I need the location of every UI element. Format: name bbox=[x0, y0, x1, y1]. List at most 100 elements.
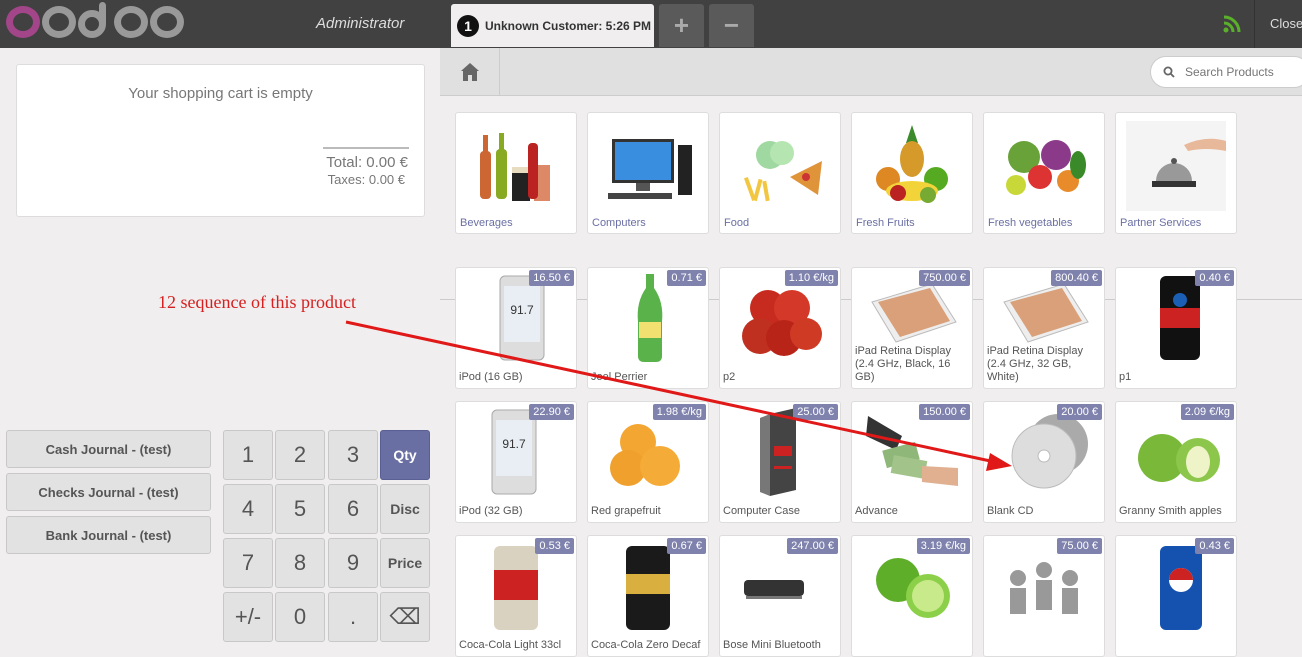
product-price: 800.40 € bbox=[1051, 270, 1102, 286]
product-name: Coca-Cola Zero Decaf bbox=[591, 639, 701, 651]
order-number-badge: 1 bbox=[457, 14, 479, 37]
qty-mode-button[interactable]: Qty bbox=[380, 430, 430, 480]
product-name: Blank CD bbox=[987, 505, 1034, 517]
cash-journal-button[interactable]: Cash Journal - (test) bbox=[6, 430, 211, 468]
divider bbox=[1254, 0, 1255, 48]
product-name: iPad Retina Display (2.4 GHz, 32 GB, Whi… bbox=[987, 345, 1083, 383]
category-label: Food bbox=[724, 217, 750, 229]
product-name: Joel Perrier bbox=[591, 371, 648, 383]
numpad-key-6[interactable]: 6 bbox=[328, 484, 378, 534]
product-ipod-32gb[interactable]: 91.7 22.90 € iPod (32 GB) bbox=[455, 401, 577, 523]
numpad-key-9[interactable]: 9 bbox=[328, 538, 378, 588]
search-box[interactable] bbox=[1150, 56, 1302, 88]
numpad-key-7[interactable]: 7 bbox=[223, 538, 273, 588]
numpad-key-2[interactable]: 2 bbox=[275, 430, 325, 480]
product-granny-smith[interactable]: 2.09 €/kg Granny Smith apples bbox=[1115, 401, 1237, 523]
product-name: iPad Retina Display (2.4 GHz, Black, 16 … bbox=[855, 345, 951, 383]
checks-journal-button[interactable]: Checks Journal - (test) bbox=[6, 473, 211, 511]
product-price: 150.00 € bbox=[919, 404, 970, 420]
product-price: 3.19 €/kg bbox=[916, 538, 970, 554]
product-name: iPod (32 GB) bbox=[459, 505, 523, 517]
bank-journal-button[interactable]: Bank Journal - (test) bbox=[6, 516, 211, 554]
product-price: 25.00 € bbox=[793, 404, 838, 420]
close-button[interactable]: Close bbox=[1270, 16, 1302, 31]
product-name: iPod (16 GB) bbox=[459, 371, 523, 383]
computers-image bbox=[608, 139, 692, 199]
backspace-button[interactable]: ⌫ bbox=[380, 592, 430, 642]
order-label: Unknown Customer: 5:26 PM bbox=[485, 18, 652, 33]
search-icon bbox=[1163, 66, 1175, 78]
home-button[interactable] bbox=[440, 48, 500, 96]
product-price: 0.53 € bbox=[535, 538, 574, 554]
product-name: Granny Smith apples bbox=[1119, 505, 1222, 517]
annotation-text: 12 sequence of this product bbox=[158, 292, 356, 312]
disc-mode-button[interactable]: Disc bbox=[380, 484, 430, 534]
category-label: Partner Services bbox=[1120, 217, 1202, 229]
product-ipod-16gb[interactable]: 91.7 16.50 € iPod (16 GB) bbox=[455, 267, 577, 389]
numpad-key-3[interactable]: 3 bbox=[328, 430, 378, 480]
product-computer-case[interactable]: 25.00 € Computer Case bbox=[719, 401, 841, 523]
category-computers[interactable]: Computers bbox=[587, 112, 709, 234]
category-fresh-vegetables[interactable]: Fresh vegetables bbox=[983, 112, 1105, 234]
product-blank-cd[interactable]: 20.00 € Blank CD bbox=[983, 401, 1105, 523]
beverages-image bbox=[480, 133, 550, 201]
partner-services-image bbox=[1126, 121, 1226, 211]
product-name: Advance bbox=[855, 505, 898, 517]
svg-text:91.7: 91.7 bbox=[502, 437, 526, 451]
product-price: 0.67 € bbox=[667, 538, 706, 554]
price-mode-button[interactable]: Price bbox=[380, 538, 430, 588]
remove-order-button[interactable]: − bbox=[709, 4, 754, 47]
product-p2[interactable]: 1.10 €/kg p2 bbox=[719, 267, 841, 389]
product-price: 0.71 € bbox=[667, 270, 706, 286]
product-p1[interactable]: 0.40 € p1 bbox=[1115, 267, 1237, 389]
cart-total: Total: 0.00 € bbox=[326, 154, 408, 171]
category-label: Fresh vegetables bbox=[988, 217, 1073, 229]
numpad-key-sign[interactable]: +/- bbox=[223, 592, 273, 642]
product-ipad-black[interactable]: 750.00 € iPad Retina Display (2.4 GHz, B… bbox=[851, 267, 973, 389]
rss-icon[interactable] bbox=[1222, 14, 1242, 34]
cart-taxes: Taxes: 0.00 € bbox=[327, 172, 405, 187]
product-name: Bose Mini Bluetooth bbox=[723, 639, 821, 651]
product-price: 75.00 € bbox=[1057, 538, 1102, 554]
plus-icon: + bbox=[673, 10, 690, 40]
numpad-key-4[interactable]: 4 bbox=[223, 484, 273, 534]
product-advance[interactable]: 150.00 € Advance bbox=[851, 401, 973, 523]
product-price: 1.10 €/kg bbox=[784, 270, 838, 286]
add-order-button[interactable]: + bbox=[659, 4, 704, 47]
product-ipad-white[interactable]: 800.40 € iPad Retina Display (2.4 GHz, 3… bbox=[983, 267, 1105, 389]
product-price: 1.98 €/kg bbox=[652, 404, 706, 420]
category-header bbox=[440, 48, 1302, 96]
backspace-icon: ⌫ bbox=[389, 604, 421, 629]
category-fresh-fruits[interactable]: Fresh Fruits bbox=[851, 112, 973, 234]
product-name: Computer Case bbox=[723, 505, 801, 517]
product-name: Red grapefruit bbox=[591, 505, 661, 517]
category-food[interactable]: Food bbox=[719, 112, 841, 234]
divider bbox=[323, 147, 409, 149]
numpad-key-0[interactable]: 0 bbox=[275, 592, 325, 642]
fresh-vegetables-image bbox=[1006, 140, 1086, 195]
minus-icon: − bbox=[723, 10, 740, 40]
product-price: 2.09 €/kg bbox=[1180, 404, 1234, 420]
fresh-fruits-image bbox=[876, 125, 948, 203]
product-price: 22.90 € bbox=[529, 404, 574, 420]
search-input[interactable] bbox=[1185, 65, 1295, 79]
top-bar: Administrator 1 Unknown Customer: 5:26 P… bbox=[0, 0, 1302, 48]
product-name: p2 bbox=[723, 371, 736, 383]
product-screen: Beverages Computers Food bbox=[440, 48, 1302, 657]
numpad-key-5[interactable]: 5 bbox=[275, 484, 325, 534]
product-price: 20.00 € bbox=[1057, 404, 1102, 420]
numpad-key-1[interactable]: 1 bbox=[223, 430, 273, 480]
product-price: 247.00 € bbox=[787, 538, 838, 554]
product-price: 0.40 € bbox=[1195, 270, 1234, 286]
numpad-key-dot[interactable]: . bbox=[328, 592, 378, 642]
category-partner-services[interactable]: Partner Services bbox=[1115, 112, 1237, 234]
category-beverages[interactable]: Beverages bbox=[455, 112, 577, 234]
product-name: Coca-Cola Light 33cl bbox=[459, 639, 562, 651]
numpad-key-8[interactable]: 8 bbox=[275, 538, 325, 588]
product-red-grapefruit[interactable]: 1.98 €/kg Red grapefruit bbox=[587, 401, 709, 523]
product-name: p1 bbox=[1119, 371, 1132, 383]
order-cart: Your shopping cart is empty Total: 0.00 … bbox=[16, 64, 425, 217]
order-tab[interactable]: 1 Unknown Customer: 5:26 PM bbox=[451, 4, 654, 47]
product-joel-perrier[interactable]: 0.71 € Joel Perrier bbox=[587, 267, 709, 389]
food-image bbox=[744, 141, 822, 202]
